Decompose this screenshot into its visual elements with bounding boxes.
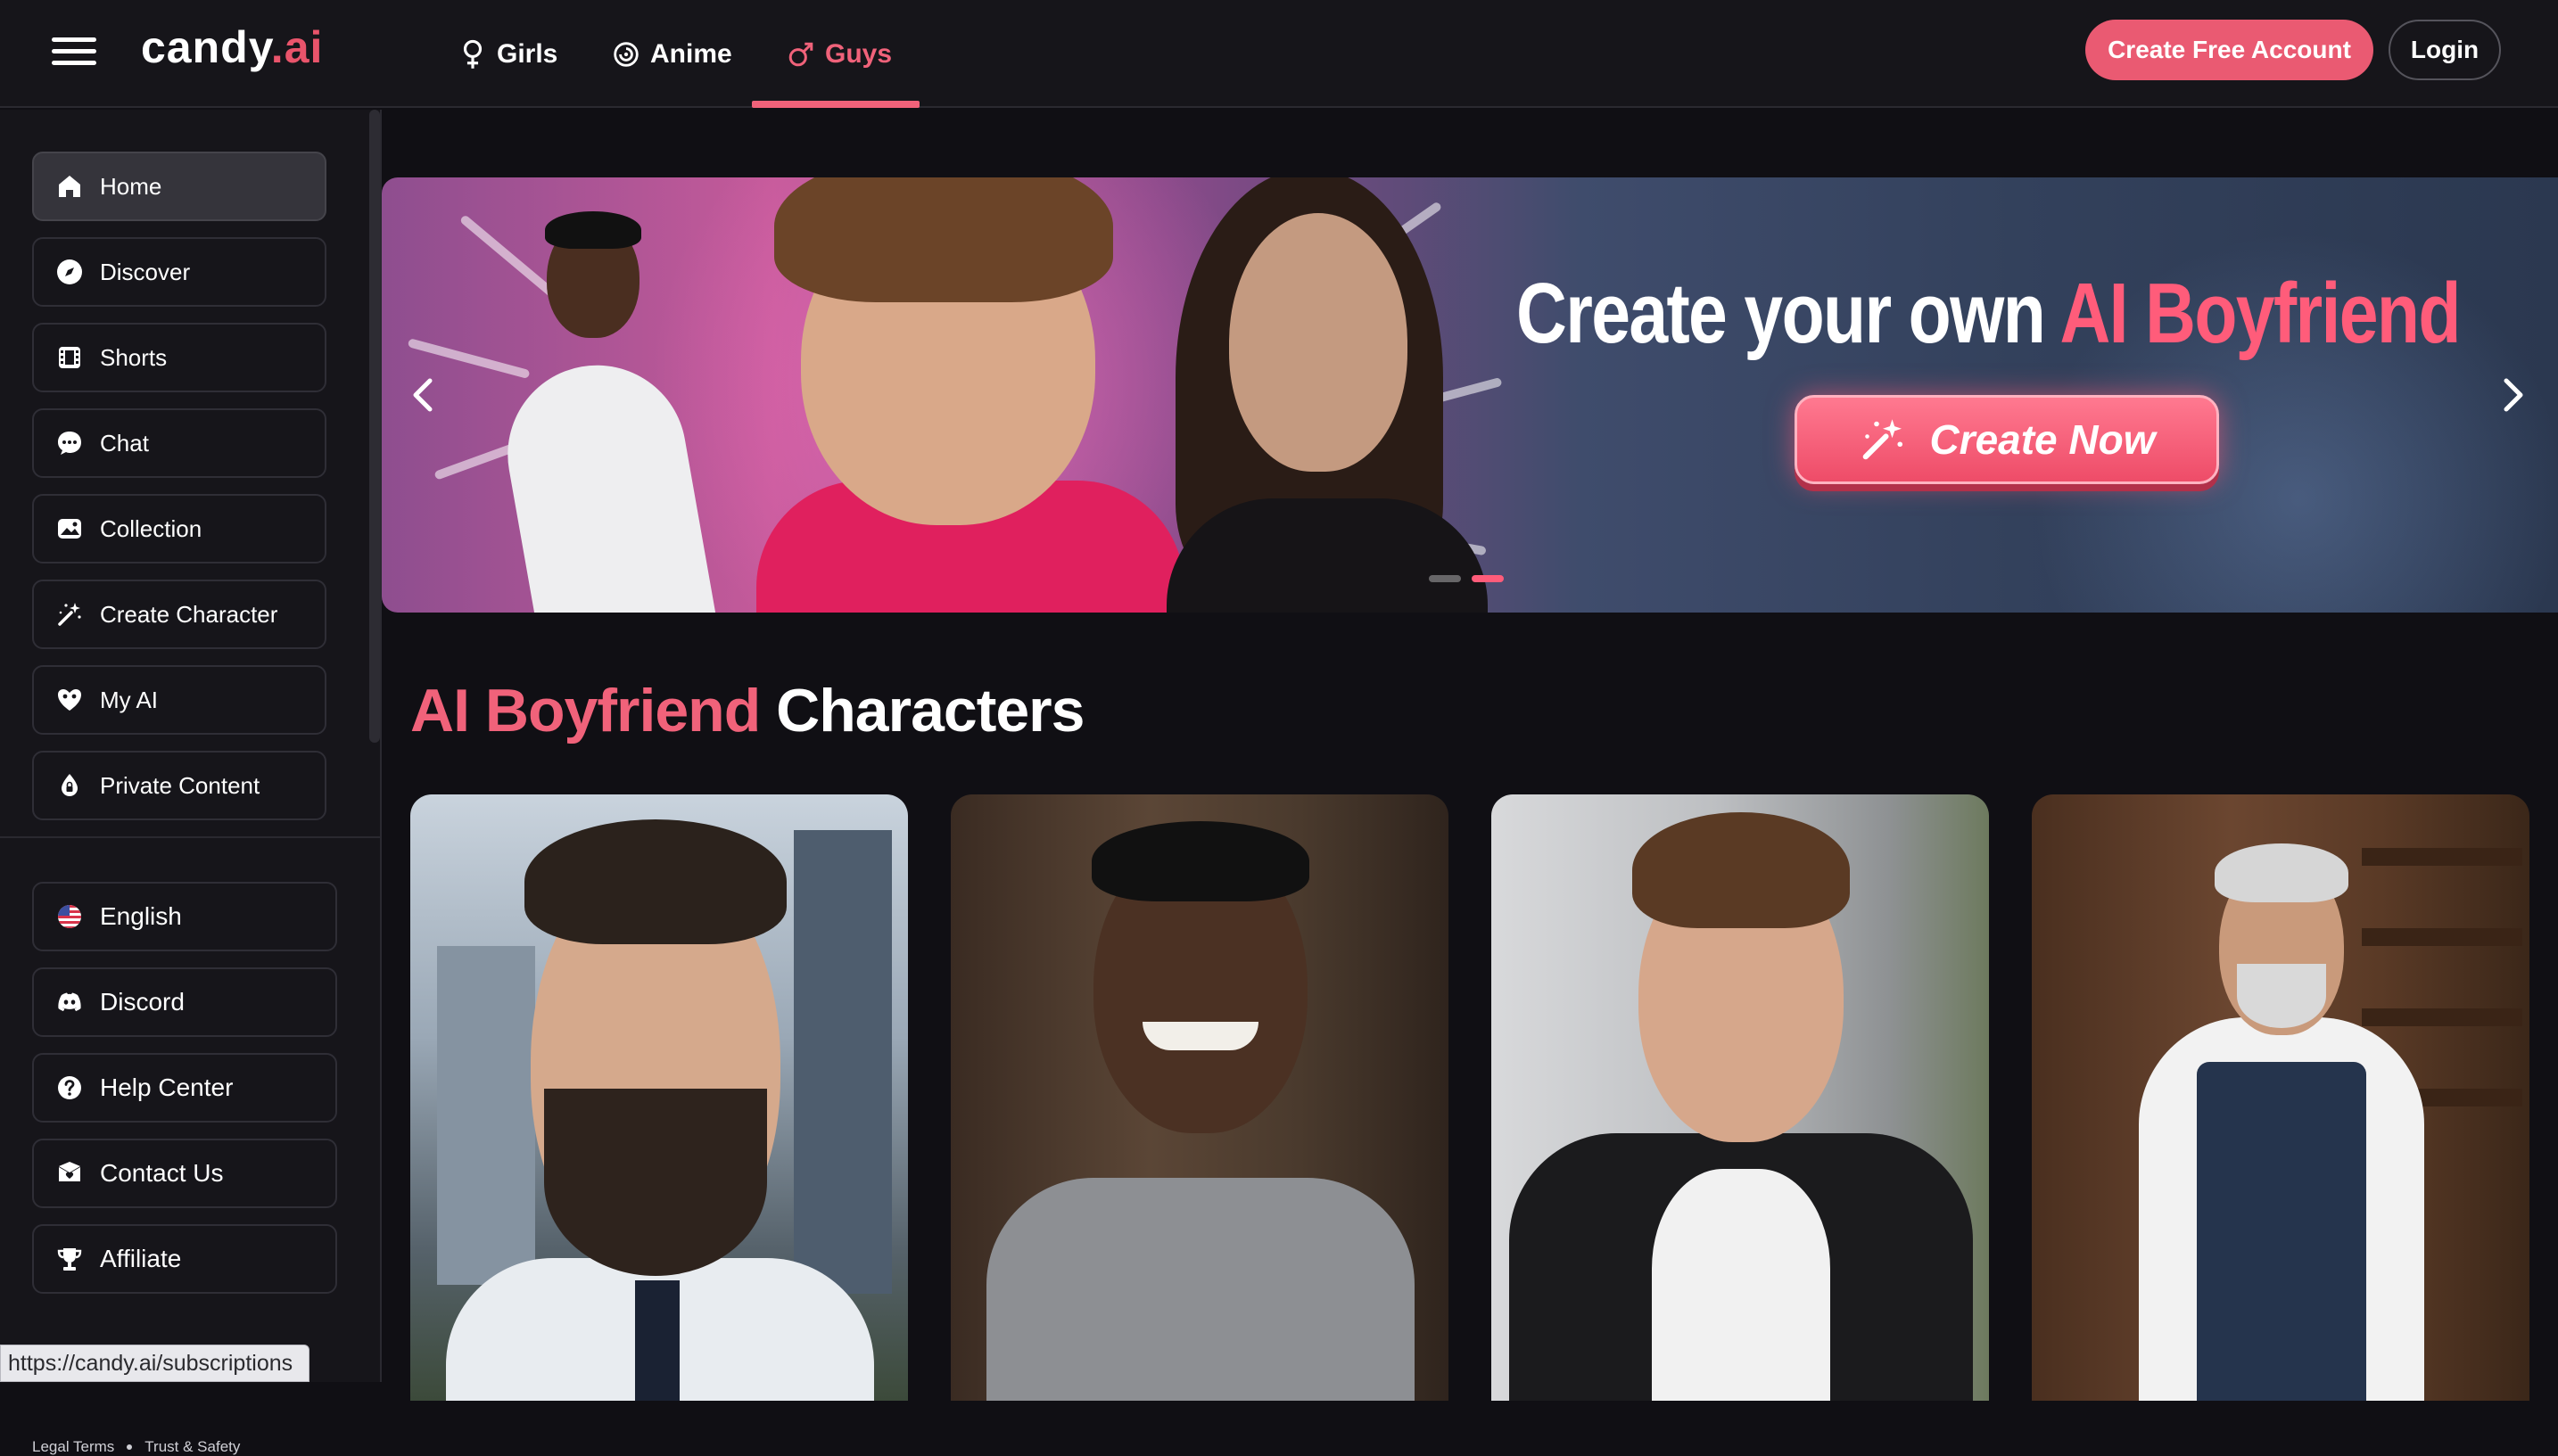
sidebar-item-label: Discover: [100, 258, 191, 285]
carousel-indicator[interactable]: [1429, 575, 1461, 582]
sidebar-item-private-content[interactable]: Private Content: [32, 751, 326, 820]
carousel-indicators: [1429, 575, 1504, 582]
question-icon: [58, 1076, 81, 1099]
shelf-shape: [2362, 848, 2522, 866]
tab-anime[interactable]: Anime: [613, 0, 732, 108]
character-card-older-man[interactable]: [2032, 794, 2529, 1401]
create-now-label: Create Now: [1929, 416, 2156, 463]
sidebar-item-my-ai[interactable]: My AI: [32, 665, 326, 735]
sidebar-item-collection[interactable]: Collection: [32, 494, 326, 563]
female-icon: [463, 39, 483, 69]
section-title: AI Boyfriend Characters: [410, 676, 1085, 745]
heart-mask-icon: [58, 689, 81, 711]
sidebar-item-affiliate[interactable]: Affiliate: [32, 1224, 337, 1294]
sidebar-item-label: Collection: [100, 514, 202, 542]
tshirt-shape: [1652, 1169, 1830, 1401]
sidebar-item-label: Contact Us: [100, 1159, 224, 1187]
sidebar-item-label: My AI: [100, 686, 159, 713]
trust-safety-link[interactable]: Trust & Safety: [144, 1438, 240, 1456]
character-card-smiling-man[interactable]: [951, 794, 1448, 1401]
banner-headline-pink: AI Boyfriend: [2059, 266, 2461, 361]
envelope-heart-icon: [59, 1162, 80, 1181]
sidebar-item-chat[interactable]: Chat: [32, 408, 326, 478]
sidebar-item-discord[interactable]: Discord: [32, 967, 337, 1037]
home-icon: [59, 176, 80, 197]
legal-links: Legal Terms Trust & Safety: [32, 1438, 240, 1456]
legal-terms-link[interactable]: Legal Terms: [32, 1438, 114, 1456]
sidebar-item-label: Shorts: [100, 343, 168, 371]
sidebar-item-label: Discord: [100, 988, 185, 1016]
login-button[interactable]: Login: [2389, 20, 2501, 80]
sidebar-item-create-character[interactable]: Create Character: [32, 580, 326, 649]
active-tab-indicator: [752, 101, 920, 108]
beard-shape: [2237, 964, 2326, 1028]
candy-ai-logo[interactable]: candy.ai: [141, 21, 323, 73]
overalls-shape: [2197, 1062, 2366, 1401]
logo-text: candy: [141, 22, 271, 72]
sidebar-item-home[interactable]: Home: [32, 152, 326, 221]
image-gallery-icon: [58, 519, 81, 539]
sidebar-item-contact-us[interactable]: Contact Us: [32, 1139, 337, 1208]
sidebar-item-label: English: [100, 902, 182, 930]
building-shape: [794, 830, 892, 1294]
create-free-account-button[interactable]: Create Free Account: [2085, 20, 2373, 80]
beard-shape: [544, 1089, 767, 1276]
sidebar-item-label: Affiliate: [100, 1245, 182, 1272]
tab-girls[interactable]: Girls: [459, 0, 557, 108]
sidebar-item-label: Chat: [100, 429, 149, 457]
sidebar: Home Discover Shorts Chat Collection Cre…: [0, 110, 382, 1455]
tab-anime-label: Anime: [650, 38, 732, 69]
hamburger-menu-icon[interactable]: [52, 34, 96, 68]
sidebar-item-discover[interactable]: Discover: [32, 237, 326, 307]
sidebar-item-help-center[interactable]: Help Center: [32, 1053, 337, 1123]
top-navigation-bar: candy.ai Girls Anime Guys Create Free Ac…: [0, 0, 2558, 108]
carousel-prev-arrow-icon[interactable]: [405, 368, 441, 422]
tab-guys[interactable]: Guys: [788, 0, 892, 108]
anime-swirl-icon: [614, 41, 639, 67]
separator-dot: [127, 1444, 133, 1450]
tab-girls-label: Girls: [497, 38, 558, 69]
us-flag-icon: [58, 905, 81, 928]
banner-headline: Create your own AI Boyfriend: [1516, 265, 2461, 363]
smile-shape: [1143, 1022, 1258, 1050]
sidebar-scrollbar[interactable]: [369, 110, 380, 743]
carousel-next-arrow-icon[interactable]: [2496, 368, 2531, 422]
lock-drop-icon: [62, 774, 78, 796]
magic-wand-icon: [1863, 419, 1903, 460]
hero-banner[interactable]: Create your own AI Boyfriend Create Now: [382, 177, 2558, 613]
create-now-button[interactable]: Create Now: [1795, 395, 2219, 484]
trophy-icon: [57, 1248, 82, 1271]
sidebar-item-shorts[interactable]: Shorts: [32, 323, 326, 392]
film-icon: [59, 347, 80, 368]
sidebar-item-label: Private Content: [100, 771, 260, 799]
sidebar-item-label: Home: [100, 172, 162, 200]
male-icon: [788, 42, 813, 66]
chat-bubble-icon: [58, 432, 81, 455]
carousel-indicator-active[interactable]: [1472, 575, 1504, 582]
tab-guys-label: Guys: [825, 38, 893, 69]
banner-headline-white: Create your own: [1516, 266, 2060, 361]
sidebar-divider: [0, 836, 382, 838]
compass-icon: [57, 259, 82, 284]
sidebar-item-english[interactable]: English: [32, 882, 337, 951]
shelf-shape: [2362, 928, 2522, 946]
section-title-white: Characters: [760, 677, 1085, 744]
sidebar-item-label: Help Center: [100, 1073, 234, 1101]
sidebar-item-label: Create Character: [100, 600, 278, 628]
building-shape: [437, 946, 535, 1285]
discord-icon: [58, 992, 81, 1011]
logo-suffix: .ai: [270, 22, 324, 72]
magic-wand-icon: [58, 603, 81, 626]
section-title-pink: AI Boyfriend: [410, 677, 761, 744]
necktie: [635, 1280, 680, 1401]
shelf-shape: [2362, 1008, 2522, 1026]
browser-status-url: https://candy.ai/subscriptions: [0, 1345, 309, 1382]
character-card-young-man[interactable]: [1491, 794, 1989, 1401]
character-card-businessman[interactable]: [410, 794, 908, 1401]
